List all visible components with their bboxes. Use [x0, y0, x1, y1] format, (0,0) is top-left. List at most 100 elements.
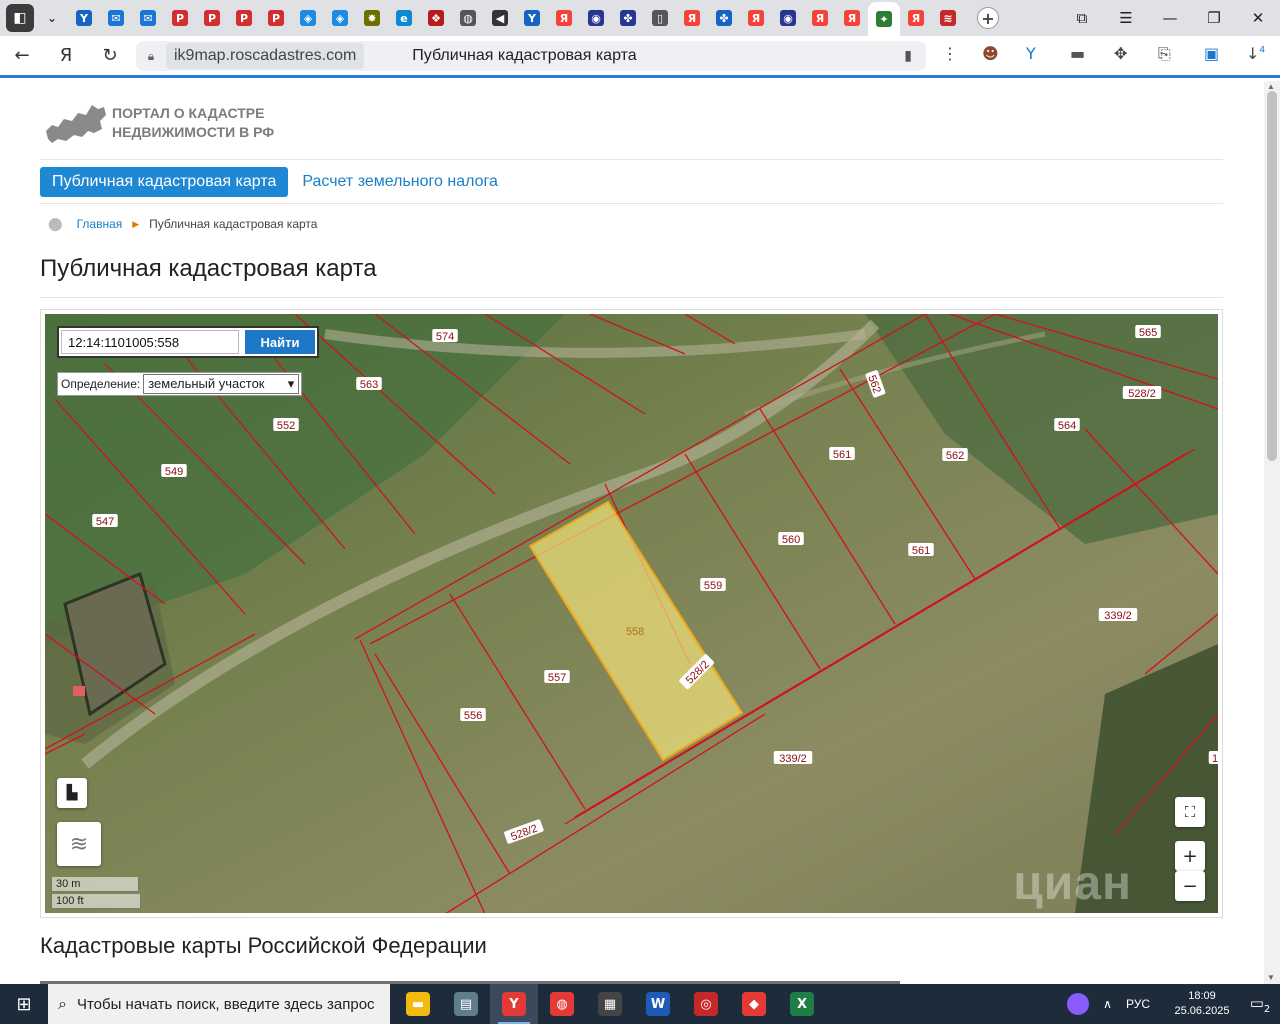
restore-button[interactable]: ❐	[1192, 9, 1236, 27]
browser-tab[interactable]: Я	[676, 3, 708, 33]
portal-logo[interactable]: ПОРТАЛ О КАДАСТРЕ НЕДВИЖИМОСТИ В РФ	[44, 101, 274, 145]
browser-tab[interactable]: ◉	[772, 3, 804, 33]
browser-tab[interactable]: ⌄	[36, 3, 68, 33]
taskbar-app[interactable]: ▬	[394, 984, 442, 1024]
zoom-in-button[interactable]: +	[1175, 841, 1205, 871]
nav-cadastral-map[interactable]: Публичная кадастровая карта	[40, 167, 289, 197]
browser-tab[interactable]: P	[196, 3, 228, 33]
map-layer[interactable]: 574 565563 562 528/2552 564549561 56254756056…	[45, 314, 1218, 913]
nav-land-tax[interactable]: Расчет земельного налога	[302, 173, 498, 191]
definition-select[interactable]: земельный участок ▾	[143, 374, 300, 394]
collections-icon[interactable]: ⎘	[1158, 44, 1171, 64]
ruler-icon[interactable]: ▙	[57, 778, 87, 808]
browser-tab[interactable]: ✉	[100, 3, 132, 33]
yandex-extension-icon[interactable]: Y	[1026, 44, 1036, 63]
parcel-label[interactable]: 565	[1135, 325, 1161, 339]
alice-assistant-icon[interactable]	[1067, 993, 1090, 1015]
parcel-label[interactable]: 574	[432, 329, 458, 343]
taskbar-app[interactable]: Y	[490, 984, 538, 1024]
parcel-label[interactable]: 552	[273, 418, 299, 432]
browser-tab[interactable]: ◈	[324, 3, 356, 33]
layers-icon[interactable]: ≋	[57, 822, 101, 866]
browser-tab[interactable]: Y	[68, 3, 100, 33]
parcel-label[interactable]: 558	[622, 624, 648, 638]
more-icon[interactable]: ⋮	[942, 44, 958, 63]
browser-tab[interactable]: Y	[516, 3, 548, 33]
parcel-label[interactable]: 1	[1208, 751, 1218, 765]
minimize-button[interactable]: —	[1148, 9, 1192, 27]
close-button[interactable]: ✕	[1236, 9, 1280, 27]
browser-tab[interactable]: P	[164, 3, 196, 33]
browser-tab[interactable]: ≋	[932, 3, 964, 33]
browser-tab[interactable]: P	[228, 3, 260, 33]
parcel-label[interactable]: 564	[1054, 418, 1080, 432]
parcel-label[interactable]: 339/2	[773, 751, 813, 765]
browser-tab[interactable]: Я	[740, 3, 772, 33]
browser-tab[interactable]: ◀	[484, 3, 516, 33]
browser-tab[interactable]: e	[388, 3, 420, 33]
parcel-label[interactable]: 562	[942, 448, 968, 462]
taskbar-app[interactable]: ◍	[538, 984, 586, 1024]
browser-tab[interactable]: Я	[804, 3, 836, 33]
scroll-up-icon[interactable]: ▲	[1267, 82, 1275, 91]
chevron-up-icon[interactable]: ∧	[1103, 997, 1112, 1011]
browser-tab[interactable]: Я	[900, 3, 932, 33]
browser-tab[interactable]: ✸	[356, 3, 388, 33]
tab-manager-icon[interactable]: ⧉	[1060, 9, 1104, 27]
parcel-label[interactable]: 547	[92, 514, 118, 528]
breadcrumb-home[interactable]: Главная	[77, 217, 123, 231]
parcel-label[interactable]: 528/2	[1122, 386, 1162, 400]
parcel-label[interactable]: 339/2	[1098, 608, 1138, 622]
fullscreen-icon[interactable]: ⛶	[1175, 797, 1205, 827]
taskbar-app[interactable]: ▦	[586, 984, 634, 1024]
browser-tab[interactable]: ◉	[580, 3, 612, 33]
scrollbar-thumb[interactable]	[1267, 91, 1277, 461]
notifications-icon[interactable]: ▭2	[1240, 994, 1280, 1015]
start-button[interactable]: ⊞	[0, 984, 48, 1024]
taskbar-search[interactable]: ⌕ Чтобы начать поиск, введите здесь запр…	[48, 984, 390, 1024]
taskbar-app[interactable]: X	[778, 984, 826, 1024]
browser-tab[interactable]: ❖	[420, 3, 452, 33]
parcel-label[interactable]: 557	[544, 670, 570, 684]
parcel-label[interactable]: 556	[460, 708, 486, 722]
browser-tab[interactable]: ✉	[132, 3, 164, 33]
taskbar-app[interactable]: ◆	[730, 984, 778, 1024]
extension-avatar-icon[interactable]: ☻	[982, 44, 999, 63]
scroll-down-icon[interactable]: ▼	[1267, 973, 1275, 982]
taskbar-app[interactable]: W	[634, 984, 682, 1024]
url-field[interactable]: 🔒︎ ik9map.roscadastres.com Публичная кад…	[136, 41, 926, 71]
browser-tab[interactable]: Я	[836, 3, 868, 33]
cadastral-map[interactable]: 574 565 563 562 528/2 552 564 549 561 562 547 560 56…	[45, 314, 1218, 913]
browser-tab[interactable]: ▯	[644, 3, 676, 33]
language-indicator[interactable]: РУС	[1126, 997, 1150, 1011]
parcel-label[interactable]: 563	[356, 377, 382, 391]
parcel-label[interactable]: 549	[161, 464, 187, 478]
downloads-icon[interactable]: ↓4	[1246, 44, 1265, 63]
parcel-label[interactable]: 561	[908, 543, 934, 557]
browser-tab[interactable]: ✤	[708, 3, 740, 33]
menu-icon[interactable]: ☰	[1104, 9, 1148, 27]
yandex-home-button[interactable]: Я	[44, 45, 88, 66]
reload-button[interactable]: ↻	[88, 45, 132, 66]
parcel-label[interactable]: 560	[778, 532, 804, 546]
extensions-icon[interactable]: ✥	[1114, 44, 1127, 63]
parcel-label[interactable]: 559	[700, 578, 726, 592]
parcel-label[interactable]: 561	[829, 447, 855, 461]
image-extension-icon[interactable]: ▣	[1204, 44, 1219, 63]
browser-tab[interactable]: P	[260, 3, 292, 33]
back-button[interactable]: ←	[0, 45, 44, 66]
taskbar-app[interactable]: ◎	[682, 984, 730, 1024]
zoom-out-button[interactable]: −	[1175, 871, 1205, 901]
browser-tab[interactable]: ✤	[612, 3, 644, 33]
browser-tab[interactable]: Я	[548, 3, 580, 33]
clock[interactable]: 18:09 25.06.2025	[1164, 989, 1240, 1019]
cadastral-number-input[interactable]	[61, 330, 239, 354]
search-button[interactable]: Найти	[245, 330, 315, 354]
browser-tab[interactable]: ◈	[292, 3, 324, 33]
sidebar-icon[interactable]: ▬	[1070, 44, 1085, 63]
browser-tab[interactable]: ◍	[452, 3, 484, 33]
bookmark-icon[interactable]: ▮	[904, 47, 912, 64]
new-tab-button[interactable]: +	[972, 3, 1004, 33]
browser-tab[interactable]: ✦	[868, 2, 900, 36]
browser-tab[interactable]: ◧	[4, 3, 36, 33]
